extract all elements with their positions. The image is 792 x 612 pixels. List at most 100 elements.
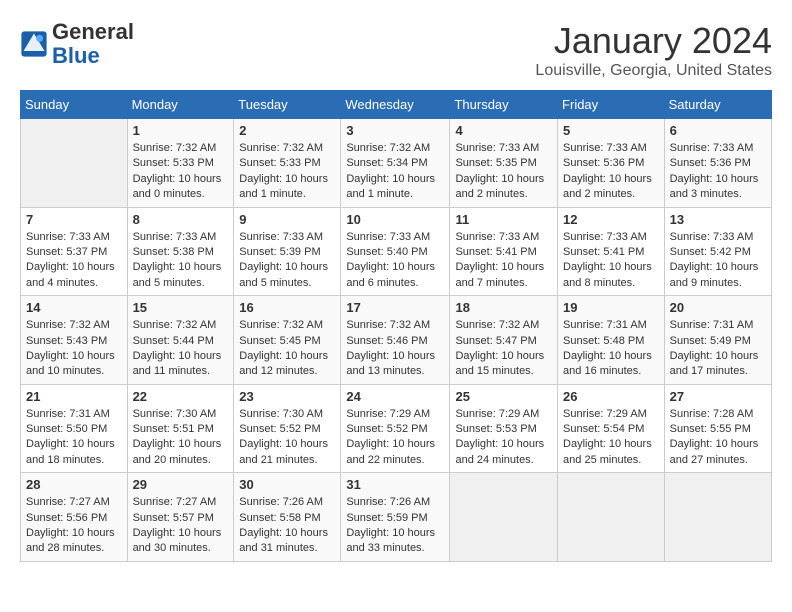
- calendar-cell: 24 Sunrise: 7:29 AMSunset: 5:52 PMDayligh…: [341, 384, 450, 473]
- calendar-cell: 22 Sunrise: 7:30 AMSunset: 5:51 PMDayligh…: [127, 384, 234, 473]
- col-friday: Friday: [558, 91, 665, 119]
- day-info: Sunrise: 7:33 AMSunset: 5:42 PMDaylight:…: [670, 230, 766, 292]
- day-number: 18: [455, 300, 552, 315]
- calendar-cell: 23 Sunrise: 7:30 AMSunset: 5:52 PMDayligh…: [234, 384, 341, 473]
- month-title: January 2024: [535, 20, 772, 62]
- calendar-cell: 18 Sunrise: 7:32 AMSunset: 5:47 PMDayligh…: [450, 296, 558, 385]
- calendar-cell: 10 Sunrise: 7:33 AMSunset: 5:40 PMDayligh…: [341, 207, 450, 296]
- day-info: Sunrise: 7:29 AMSunset: 5:53 PMDaylight:…: [455, 407, 552, 469]
- day-info: Sunrise: 7:30 AMSunset: 5:51 PMDaylight:…: [133, 407, 229, 469]
- col-thursday: Thursday: [450, 91, 558, 119]
- page-header: General Blue January 2024 Louisville, Ge…: [20, 20, 772, 80]
- calendar-cell: 2Sunrise: 7:32 AMSunset: 5:33 PMDaylight…: [234, 119, 341, 208]
- day-info: Sunrise: 7:33 AMSunset: 5:36 PMDaylight:…: [670, 141, 766, 203]
- calendar-cell: 8Sunrise: 7:33 AMSunset: 5:38 PMDaylight…: [127, 207, 234, 296]
- calendar-cell: 16 Sunrise: 7:32 AMSunset: 5:45 PMDayligh…: [234, 296, 341, 385]
- calendar-cell: 19 Sunrise: 7:31 AMSunset: 5:48 PMDayligh…: [558, 296, 665, 385]
- calendar-cell: [450, 473, 558, 562]
- calendar-cell: 7Sunrise: 7:33 AMSunset: 5:37 PMDaylight…: [21, 207, 128, 296]
- calendar-week-2: 7Sunrise: 7:33 AMSunset: 5:37 PMDaylight…: [21, 207, 772, 296]
- day-number: 22: [133, 389, 229, 404]
- day-number: 6: [670, 123, 766, 138]
- day-info: Sunrise: 7:33 AMSunset: 5:35 PMDaylight:…: [455, 141, 552, 203]
- calendar-cell: [558, 473, 665, 562]
- day-number: 1: [133, 123, 229, 138]
- day-info: Sunrise: 7:33 AMSunset: 5:38 PMDaylight:…: [133, 230, 229, 292]
- day-info: Sunrise: 7:31 AMSunset: 5:48 PMDaylight:…: [563, 318, 659, 380]
- day-number: 14: [26, 300, 122, 315]
- day-info: Sunrise: 7:26 AMSunset: 5:58 PMDaylight:…: [239, 495, 335, 557]
- col-tuesday: Tuesday: [234, 91, 341, 119]
- logo-general: General: [52, 19, 134, 44]
- logo-icon: [20, 30, 48, 58]
- calendar-cell: 21Sunrise: 7:31 AMSunset: 5:50 PMDayligh…: [21, 384, 128, 473]
- day-number: 27: [670, 389, 766, 404]
- logo-text: General Blue: [52, 20, 134, 68]
- calendar-cell: 30Sunrise: 7:26 AMSunset: 5:58 PMDayligh…: [234, 473, 341, 562]
- calendar-cell: 5 Sunrise: 7:33 AMSunset: 5:36 PMDaylight…: [558, 119, 665, 208]
- day-info: Sunrise: 7:33 AMSunset: 5:39 PMDaylight:…: [239, 230, 335, 292]
- calendar-week-5: 28Sunrise: 7:27 AMSunset: 5:56 PMDayligh…: [21, 473, 772, 562]
- day-info: Sunrise: 7:33 AMSunset: 5:37 PMDaylight:…: [26, 230, 122, 292]
- col-saturday: Saturday: [664, 91, 771, 119]
- day-info: Sunrise: 7:32 AMSunset: 5:44 PMDaylight:…: [133, 318, 229, 380]
- day-number: 12: [563, 212, 659, 227]
- day-info: Sunrise: 7:27 AMSunset: 5:57 PMDaylight:…: [133, 495, 229, 557]
- day-info: Sunrise: 7:32 AMSunset: 5:33 PMDaylight:…: [133, 141, 229, 203]
- calendar-cell: 14Sunrise: 7:32 AMSunset: 5:43 PMDayligh…: [21, 296, 128, 385]
- location: Louisville, Georgia, United States: [535, 62, 772, 80]
- day-number: 10: [346, 212, 444, 227]
- calendar-cell: [664, 473, 771, 562]
- calendar-cell: 28Sunrise: 7:27 AMSunset: 5:56 PMDayligh…: [21, 473, 128, 562]
- day-number: 29: [133, 477, 229, 492]
- day-number: 23: [239, 389, 335, 404]
- calendar-cell: 13 Sunrise: 7:33 AMSunset: 5:42 PMDayligh…: [664, 207, 771, 296]
- day-info: Sunrise: 7:29 AMSunset: 5:52 PMDaylight:…: [346, 407, 444, 469]
- calendar-cell: 17Sunrise: 7:32 AMSunset: 5:46 PMDayligh…: [341, 296, 450, 385]
- day-number: 19: [563, 300, 659, 315]
- calendar-cell: 15 Sunrise: 7:32 AMSunset: 5:44 PMDayligh…: [127, 296, 234, 385]
- day-info: Sunrise: 7:30 AMSunset: 5:52 PMDaylight:…: [239, 407, 335, 469]
- day-info: Sunrise: 7:32 AMSunset: 5:47 PMDaylight:…: [455, 318, 552, 380]
- title-block: January 2024 Louisville, Georgia, United…: [535, 20, 772, 80]
- day-info: Sunrise: 7:33 AMSunset: 5:41 PMDaylight:…: [563, 230, 659, 292]
- calendar-week-4: 21Sunrise: 7:31 AMSunset: 5:50 PMDayligh…: [21, 384, 772, 473]
- calendar-cell: 3 Sunrise: 7:32 AMSunset: 5:34 PMDaylight…: [341, 119, 450, 208]
- logo-blue: Blue: [52, 43, 100, 68]
- day-number: 13: [670, 212, 766, 227]
- day-number: 16: [239, 300, 335, 315]
- day-number: 28: [26, 477, 122, 492]
- calendar-cell: 31Sunrise: 7:26 AMSunset: 5:59 PMDayligh…: [341, 473, 450, 562]
- day-number: 17: [346, 300, 444, 315]
- header-row: Sunday Monday Tuesday Wednesday Thursday…: [21, 91, 772, 119]
- day-number: 11: [455, 212, 552, 227]
- calendar-cell: 25 Sunrise: 7:29 AMSunset: 5:53 PMDayligh…: [450, 384, 558, 473]
- day-number: 31: [346, 477, 444, 492]
- calendar-header: Sunday Monday Tuesday Wednesday Thursday…: [21, 91, 772, 119]
- day-number: 9: [239, 212, 335, 227]
- col-wednesday: Wednesday: [341, 91, 450, 119]
- calendar-cell: 29 Sunrise: 7:27 AMSunset: 5:57 PMDayligh…: [127, 473, 234, 562]
- day-number: 15: [133, 300, 229, 315]
- day-info: Sunrise: 7:32 AMSunset: 5:34 PMDaylight:…: [346, 141, 444, 203]
- day-info: Sunrise: 7:32 AMSunset: 5:45 PMDaylight:…: [239, 318, 335, 380]
- day-number: 25: [455, 389, 552, 404]
- day-number: 26: [563, 389, 659, 404]
- calendar-cell: 27Sunrise: 7:28 AMSunset: 5:55 PMDayligh…: [664, 384, 771, 473]
- day-number: 5: [563, 123, 659, 138]
- calendar-cell: [21, 119, 128, 208]
- day-number: 24: [346, 389, 444, 404]
- calendar-cell: 11 Sunrise: 7:33 AMSunset: 5:41 PMDayligh…: [450, 207, 558, 296]
- calendar-cell: 26Sunrise: 7:29 AMSunset: 5:54 PMDayligh…: [558, 384, 665, 473]
- col-monday: Monday: [127, 91, 234, 119]
- day-info: Sunrise: 7:33 AMSunset: 5:41 PMDaylight:…: [455, 230, 552, 292]
- day-number: 2: [239, 123, 335, 138]
- calendar-week-1: 1 Sunrise: 7:32 AMSunset: 5:33 PMDaylight…: [21, 119, 772, 208]
- day-info: Sunrise: 7:33 AMSunset: 5:36 PMDaylight:…: [563, 141, 659, 203]
- calendar-cell: 1 Sunrise: 7:32 AMSunset: 5:33 PMDaylight…: [127, 119, 234, 208]
- col-sunday: Sunday: [21, 91, 128, 119]
- day-info: Sunrise: 7:31 AMSunset: 5:49 PMDaylight:…: [670, 318, 766, 380]
- day-info: Sunrise: 7:33 AMSunset: 5:40 PMDaylight:…: [346, 230, 444, 292]
- calendar-week-3: 14Sunrise: 7:32 AMSunset: 5:43 PMDayligh…: [21, 296, 772, 385]
- day-number: 3: [346, 123, 444, 138]
